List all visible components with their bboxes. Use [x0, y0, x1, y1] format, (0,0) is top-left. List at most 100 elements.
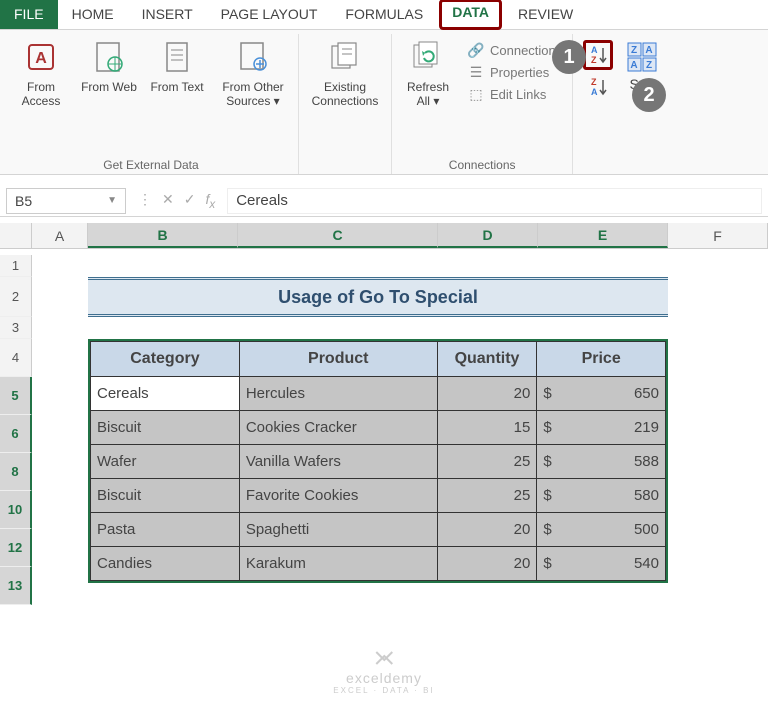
refresh-icon	[409, 38, 447, 76]
label: From Text	[150, 80, 203, 94]
btn-from-web[interactable]: From Web	[78, 34, 140, 113]
table-row[interactable]: CandiesKarakum20$540	[91, 547, 666, 581]
table-row[interactable]: WaferVanilla Wafers25$588	[91, 445, 666, 479]
btn-properties[interactable]: ☰ Properties	[464, 62, 566, 82]
tab-home[interactable]: HOME	[58, 0, 128, 29]
table-row[interactable]: BiscuitFavorite Cookies25$580	[91, 479, 666, 513]
dropdown-icon: ▼	[107, 195, 117, 206]
svg-text:A: A	[35, 50, 47, 67]
svg-text:Z: Z	[591, 55, 597, 65]
enter-icon[interactable]: ✓	[184, 191, 196, 211]
btn-connections[interactable]: 🔗Connections	[464, 40, 566, 60]
table-header[interactable]: Category	[91, 342, 240, 377]
tab-page-layout[interactable]: PAGE LAYOUT	[207, 0, 332, 29]
col-header-D[interactable]: D	[438, 223, 538, 248]
svg-text:Z: Z	[591, 77, 597, 87]
col-header-C[interactable]: C	[238, 223, 438, 248]
dropdown-icon: ▾	[433, 94, 439, 108]
annotation-2: 2	[632, 78, 666, 112]
svg-text:A: A	[646, 45, 653, 56]
row-headers: 1234568101213	[0, 255, 32, 605]
connections-icon	[326, 38, 364, 76]
tab-insert[interactable]: INSERT	[128, 0, 207, 29]
col-header-corner[interactable]	[0, 223, 32, 248]
table-header[interactable]: Quantity	[437, 342, 537, 377]
row-header-6[interactable]: 6	[0, 415, 32, 453]
btn-refresh-all[interactable]: Refresh All ▾	[398, 34, 458, 113]
formula-value: Cereals	[236, 192, 288, 209]
svg-text:A: A	[631, 60, 638, 71]
brand: exceldemy	[333, 670, 434, 686]
svg-text:Z: Z	[646, 60, 652, 71]
formula-input[interactable]: Cereals	[227, 188, 762, 214]
menu-bar: FILE HOME INSERT PAGE LAYOUT FORMULAS DA…	[0, 0, 768, 30]
btn-from-access[interactable]: A From Access	[10, 34, 72, 113]
table-header[interactable]: Price	[537, 342, 666, 377]
column-headers: ABCDEF	[0, 223, 768, 249]
name-box[interactable]: B5 ▼	[6, 188, 126, 214]
watermark-icon	[374, 648, 394, 668]
row-header-4[interactable]: 4	[0, 339, 32, 377]
col-header-F[interactable]: F	[668, 223, 768, 248]
title-banner: Usage of Go To Special	[88, 277, 668, 317]
row-header-1[interactable]: 1	[0, 255, 32, 277]
text-file-icon	[158, 38, 196, 76]
label: Refresh All	[407, 80, 449, 108]
table-row[interactable]: PastaSpaghetti20$500	[91, 513, 666, 547]
table-row[interactable]: CerealsHercules20$650	[91, 377, 666, 411]
btn-from-other[interactable]: From Other Sources ▾	[214, 34, 292, 113]
edit-links-icon: ⬚	[468, 86, 484, 102]
group-title: Get External Data	[103, 154, 198, 174]
row-header-8[interactable]: 8	[0, 453, 32, 491]
btn-sort-asc[interactable]: AZ	[583, 40, 613, 70]
btn-from-text[interactable]: From Text	[146, 34, 208, 113]
cell-reference: B5	[15, 193, 32, 209]
annotation-1: 1	[552, 40, 586, 74]
row-header-13[interactable]: 13	[0, 567, 32, 605]
tab-data[interactable]: DATA	[452, 4, 489, 20]
label: From Web	[81, 80, 137, 94]
col-header-A[interactable]: A	[32, 223, 88, 248]
svg-text:A: A	[591, 45, 598, 55]
grid: ABCDEF 1234568101213 Usage of Go To Spec…	[0, 223, 768, 249]
row-header-3[interactable]: 3	[0, 317, 32, 339]
btn-sort-desc[interactable]: ZA	[585, 74, 611, 100]
col-header-E[interactable]: E	[538, 223, 668, 248]
row-header-10[interactable]: 10	[0, 491, 32, 529]
table-header[interactable]: Product	[239, 342, 437, 377]
ribbon-group-existing: Existing Connections	[299, 34, 392, 174]
link-icon: 🔗	[468, 42, 484, 58]
tab-data-highlight: DATA	[439, 0, 502, 30]
data-table[interactable]: CategoryProductQuantityPriceCerealsHercu…	[88, 339, 668, 583]
col-header-B[interactable]: B	[88, 223, 238, 248]
group-title: Connections	[449, 154, 516, 174]
row-header-12[interactable]: 12	[0, 529, 32, 567]
label: Edit Links	[490, 87, 546, 102]
label: Properties	[490, 65, 549, 80]
fx-icon[interactable]: fx	[205, 191, 215, 211]
watermark: exceldemy EXCEL · DATA · BI	[333, 648, 434, 695]
tab-review[interactable]: REVIEW	[504, 0, 587, 29]
label: Existing Connections	[312, 80, 379, 108]
tab-formulas[interactable]: FORMULAS	[331, 0, 437, 29]
svg-text:A: A	[591, 87, 598, 97]
btn-existing-connections[interactable]: Existing Connections	[305, 34, 385, 113]
svg-text:Z: Z	[631, 45, 637, 56]
row-header-5[interactable]: 5	[0, 377, 32, 415]
ribbon-group-external-data: A From Access From Web From Text	[4, 34, 299, 174]
table-row[interactable]: BiscuitCookies Cracker15$219	[91, 411, 666, 445]
dropdown-icon: ▾	[274, 94, 280, 108]
cancel-icon[interactable]: ✕	[162, 191, 174, 211]
sort-desc-icon: ZA	[587, 76, 609, 98]
label: From Access	[22, 80, 61, 108]
sort-asc-icon: AZ	[587, 44, 609, 66]
btn-edit-links[interactable]: ⬚ Edit Links	[464, 84, 566, 104]
tagline: EXCEL · DATA · BI	[333, 686, 434, 695]
properties-icon: ☰	[468, 64, 484, 80]
tab-file[interactable]: FILE	[0, 0, 58, 29]
web-icon	[90, 38, 128, 76]
formula-bar: B5 ▼ ⋮ ✕ ✓ fx Cereals	[0, 185, 768, 217]
row-header-2[interactable]: 2	[0, 277, 32, 317]
access-icon: A	[22, 38, 60, 76]
other-sources-icon	[234, 38, 272, 76]
